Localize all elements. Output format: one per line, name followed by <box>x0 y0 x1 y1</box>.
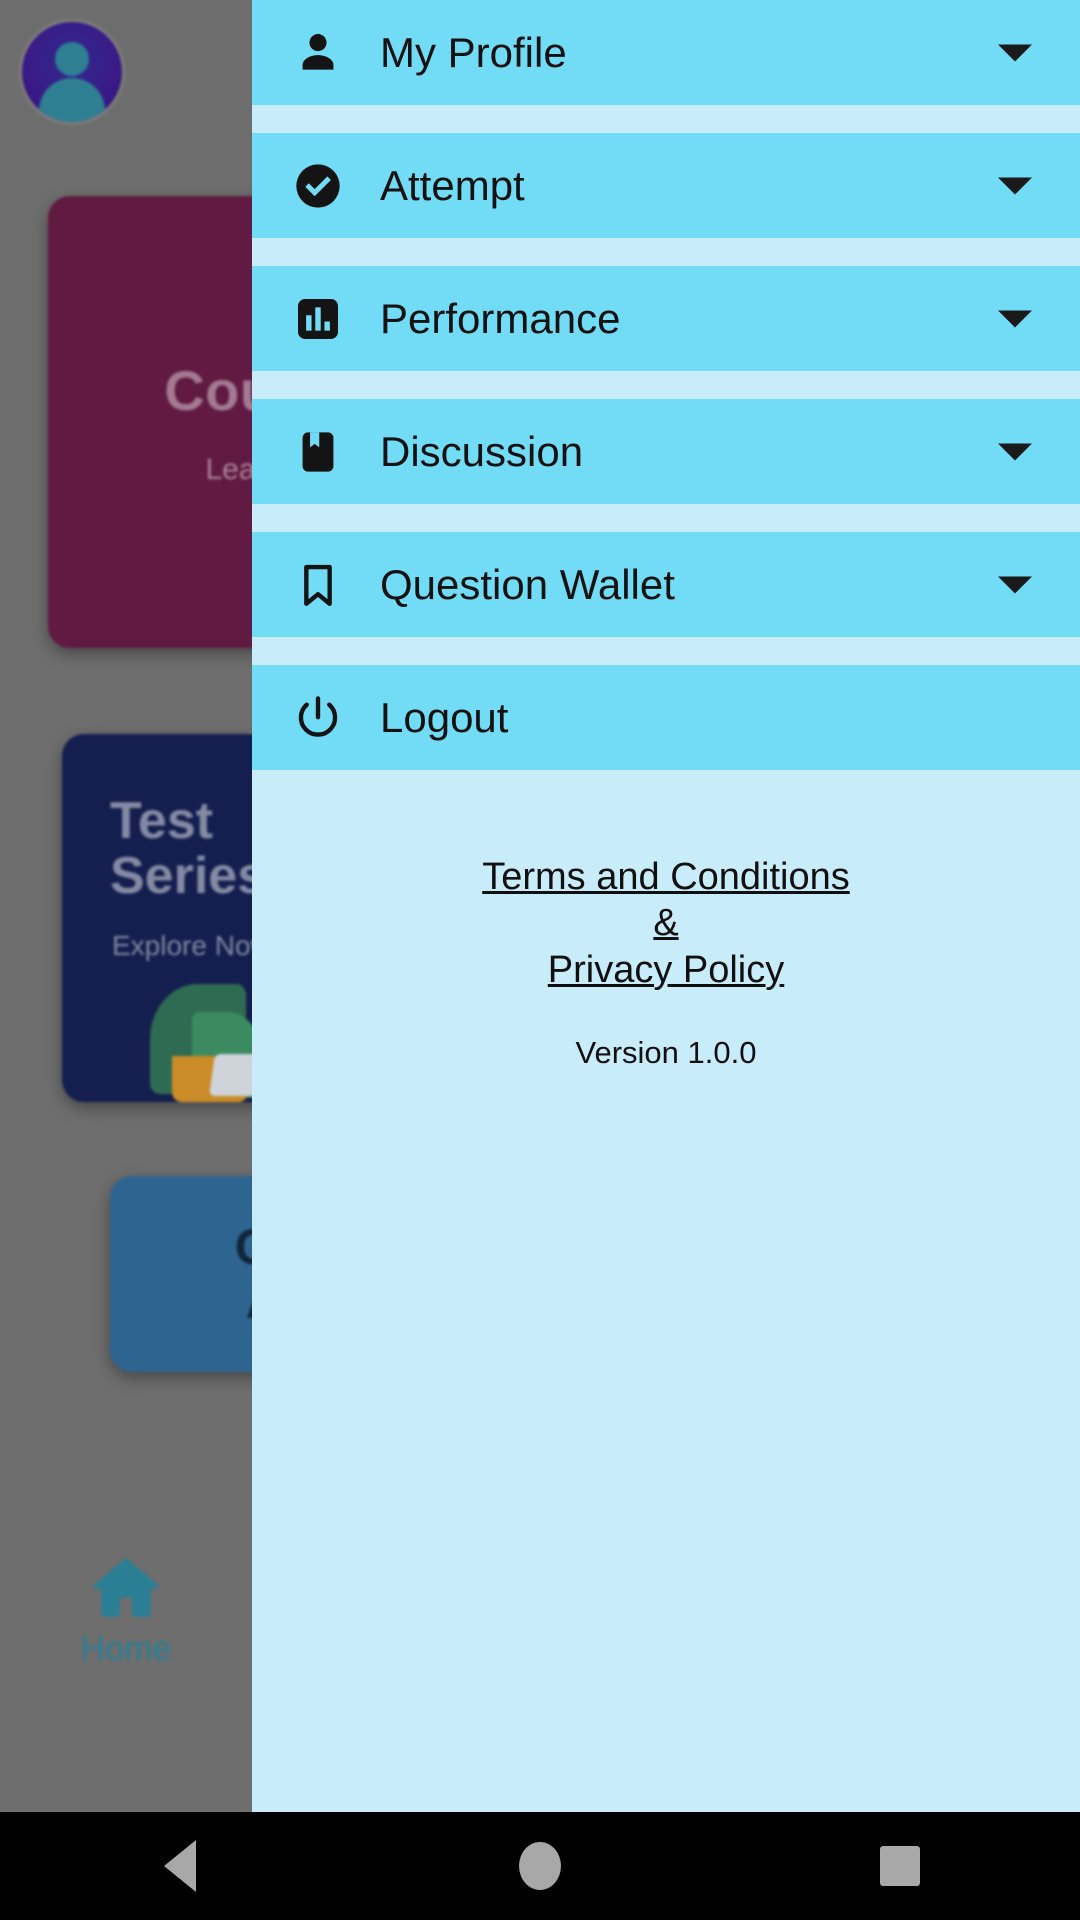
menu-item-my-profile[interactable]: My Profile <box>252 0 1080 105</box>
menu-label-my-profile: My Profile <box>380 28 567 76</box>
menu-divider <box>252 371 1080 399</box>
person-icon <box>290 25 346 81</box>
avatar[interactable] <box>22 22 122 122</box>
chevron-down-icon[interactable] <box>998 576 1032 593</box>
menu-item-attempt[interactable]: Attempt <box>252 133 1080 238</box>
chevron-down-icon[interactable] <box>998 443 1032 460</box>
bottom-nav-item-home[interactable]: Home <box>0 1550 252 1669</box>
card-test-series-title: Test Series <box>110 794 266 903</box>
chevron-down-icon[interactable] <box>998 310 1032 327</box>
menu-label-question-wallet: Question Wallet <box>380 560 675 608</box>
menu-item-discussion[interactable]: Discussion <box>252 399 1080 504</box>
menu-item-performance[interactable]: Performance <box>252 266 1080 371</box>
home-circle-icon <box>519 1842 561 1890</box>
terms-and-conditions-link[interactable]: Terms and Conditions <box>252 854 1080 900</box>
menu-label-logout: Logout <box>380 693 509 741</box>
drawer-footer: Terms and Conditions & Privacy Policy Ve… <box>252 770 1080 1071</box>
book-bookmark-icon <box>290 424 346 480</box>
menu-item-question-wallet[interactable]: Question Wallet <box>252 532 1080 637</box>
menu-divider <box>252 637 1080 665</box>
home-button[interactable] <box>450 1842 630 1890</box>
check-circle-icon <box>290 158 346 214</box>
menu-label-performance: Performance <box>380 294 621 342</box>
phone-screen: Courses Learn Now Test Series Explore No… <box>0 0 1080 1920</box>
menu-label-discussion: Discussion <box>380 427 584 475</box>
bottom-nav-label-home: Home <box>80 1629 172 1668</box>
recents-square-icon <box>880 1846 920 1886</box>
navigation-drawer: My Profile Attempt Performance Discussio… <box>252 0 1080 1812</box>
privacy-policy-link[interactable]: Privacy Policy <box>252 947 1080 993</box>
footer-ampersand: & <box>653 902 679 945</box>
card-test-series-title-line2: Series <box>110 846 267 905</box>
menu-divider <box>252 504 1080 532</box>
back-triangle-icon <box>164 1840 196 1892</box>
back-button[interactable] <box>90 1840 270 1892</box>
home-icon <box>83 1550 169 1624</box>
menu-label-attempt: Attempt <box>380 161 525 209</box>
menu-item-logout[interactable]: Logout <box>252 665 1080 770</box>
card-test-series-title-line1: Test <box>110 792 214 850</box>
chevron-down-icon[interactable] <box>998 177 1032 194</box>
recents-button[interactable] <box>810 1846 990 1886</box>
power-icon <box>290 690 346 746</box>
menu-divider <box>252 238 1080 266</box>
menu-divider <box>252 105 1080 133</box>
chevron-down-icon[interactable] <box>998 44 1032 61</box>
bar-chart-icon <box>290 291 346 347</box>
android-system-nav <box>0 1812 1080 1920</box>
bookmark-icon <box>290 557 346 613</box>
app-version-label: Version 1.0.0 <box>575 1035 757 1071</box>
